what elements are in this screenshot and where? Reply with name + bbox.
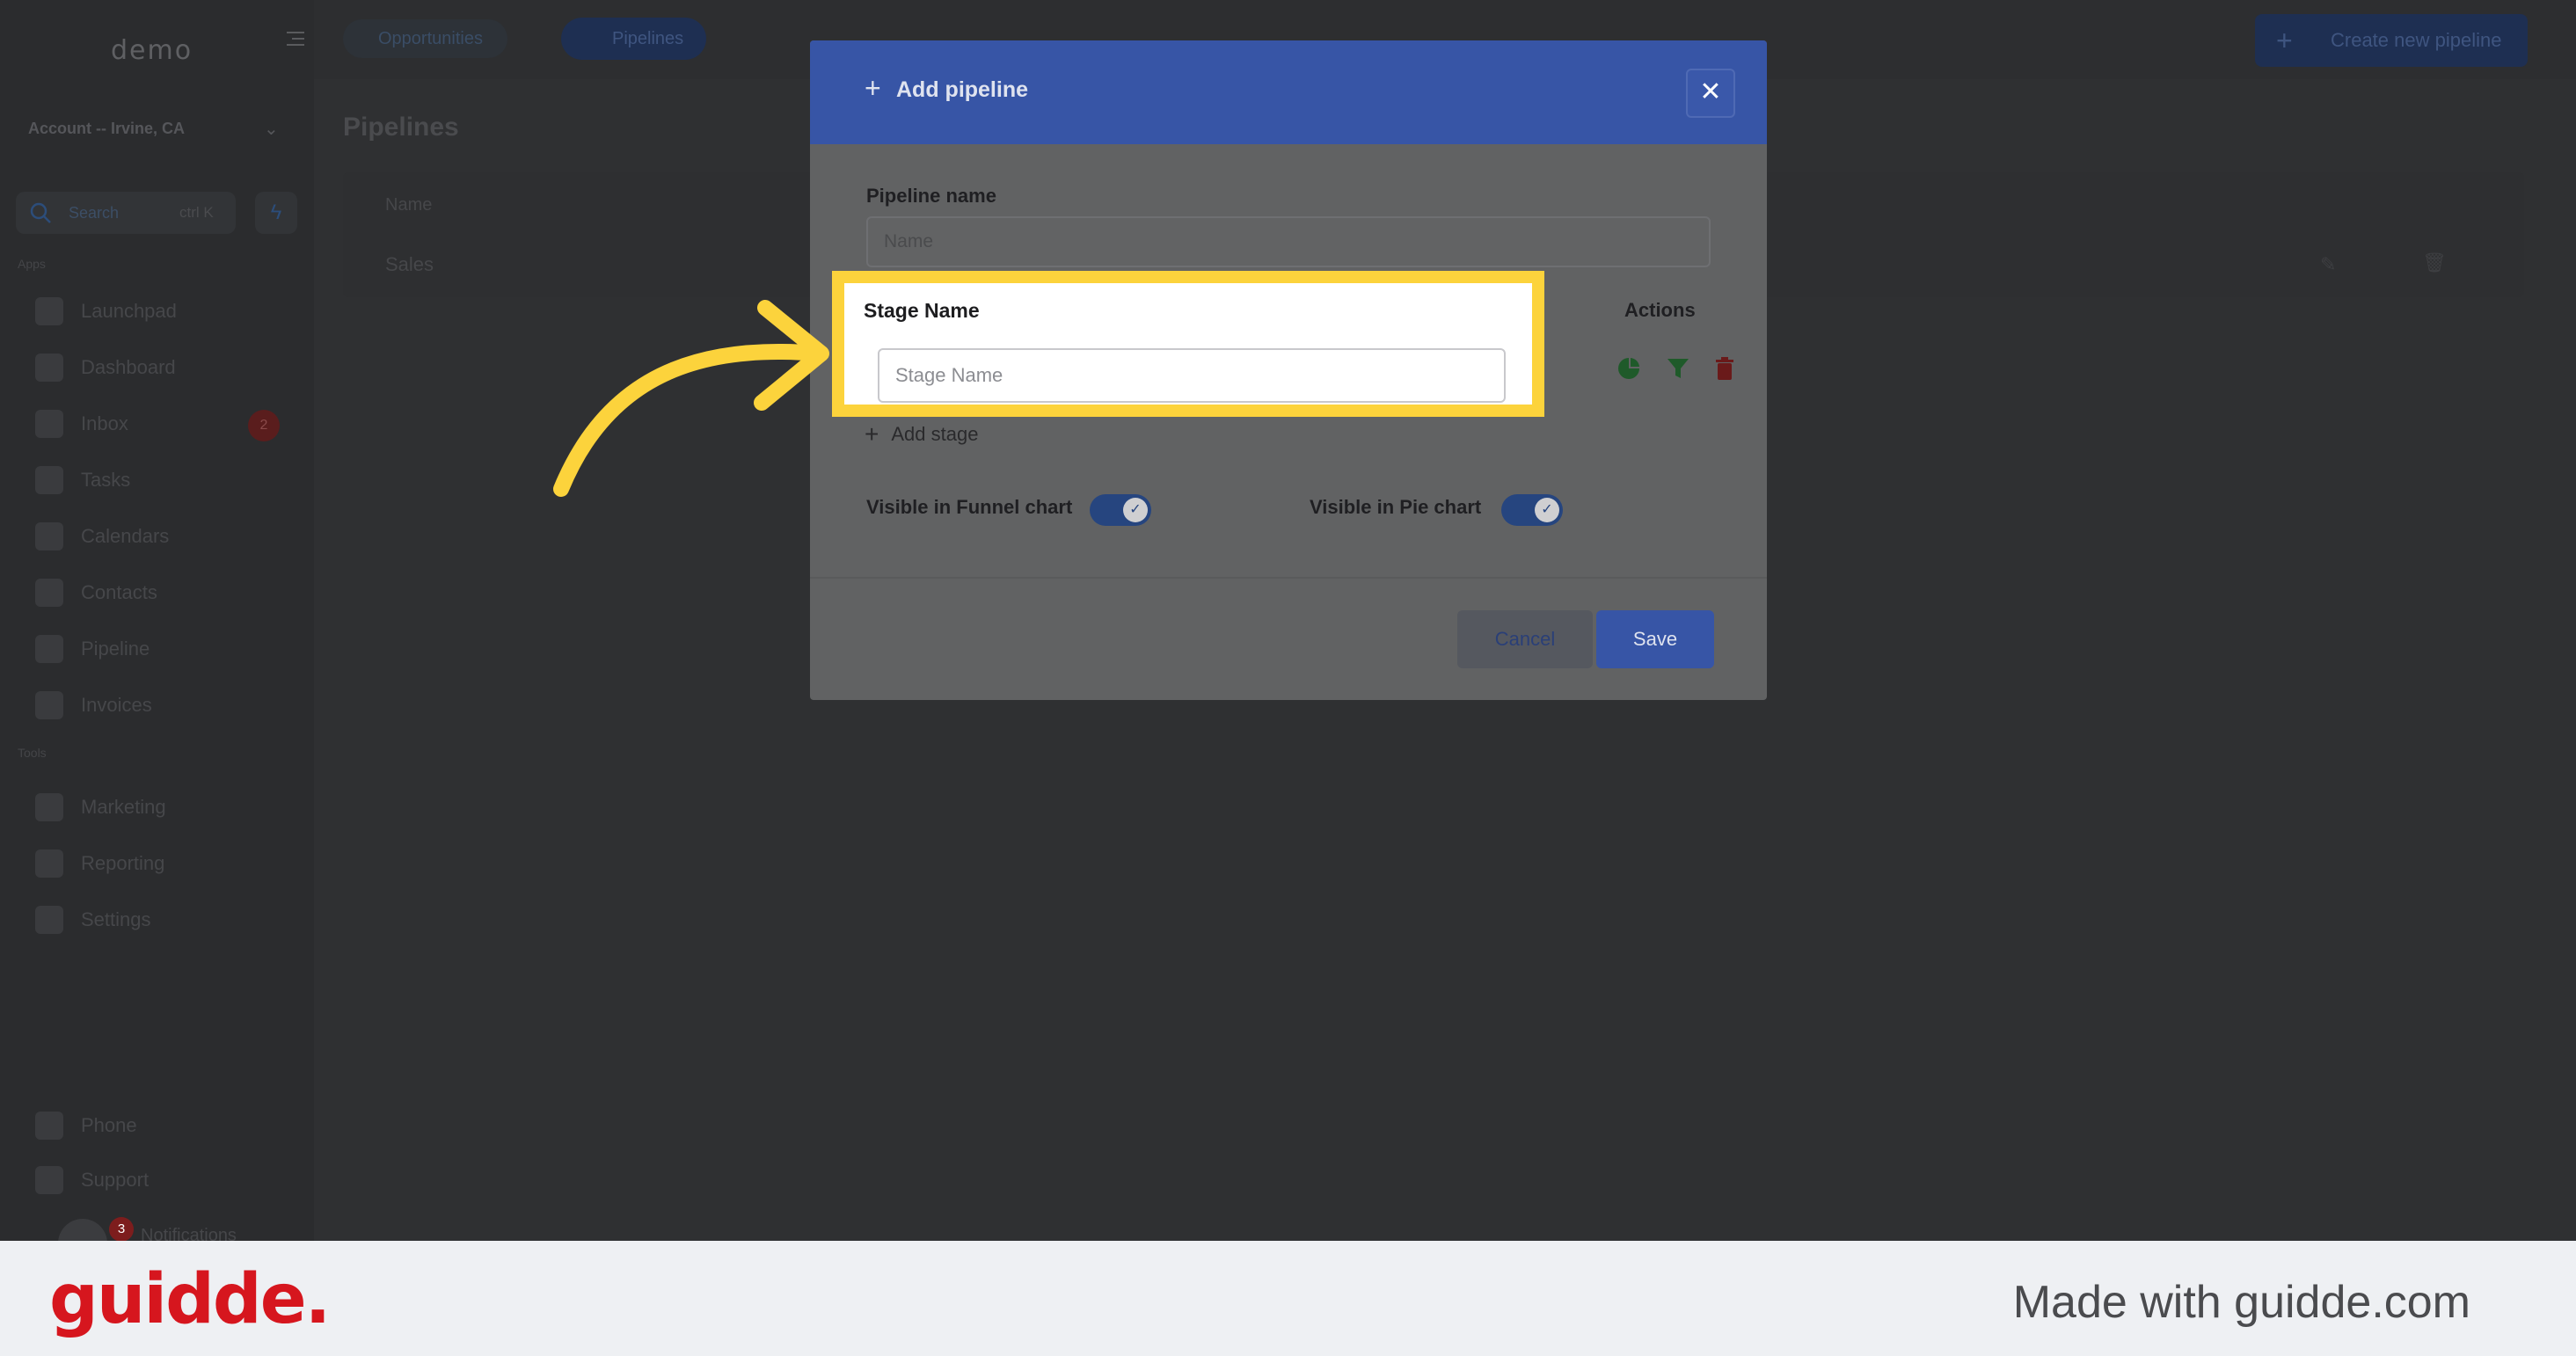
invoice-icon [35, 691, 63, 719]
dashboard-icon [35, 354, 63, 382]
pie-toggle-label: Visible in Pie chart [1310, 496, 1482, 518]
sidebar-item-invoices[interactable]: Invoices [35, 688, 152, 723]
inbox-badge: 2 [248, 410, 280, 441]
plus-icon: + [865, 420, 879, 448]
trash-icon[interactable] [1712, 355, 1737, 382]
page-title: Pipelines [343, 113, 459, 142]
made-with-text: Made with guidde.com [2012, 1277, 2470, 1328]
tasks-icon [35, 466, 63, 494]
plus-icon: + [2276, 25, 2293, 56]
search-icon [30, 202, 51, 223]
sidebar-item-reporting[interactable]: Reporting [35, 846, 164, 881]
stage-name-input[interactable] [878, 348, 1506, 403]
add-stage-button[interactable]: + Add stage [865, 420, 978, 448]
sidebar-item-label: Inbox [81, 412, 128, 434]
phone-icon [35, 1112, 63, 1140]
create-pipeline-button[interactable]: + Create new pipeline [2255, 14, 2528, 67]
cancel-button[interactable]: Cancel [1457, 610, 1593, 668]
actions-label: Actions [1624, 299, 1696, 321]
sidebar-item-calendars[interactable]: Calendars [35, 519, 169, 554]
menu-collapse-icon[interactable] [283, 26, 308, 51]
tab-opportunities[interactable]: Opportunities [343, 19, 507, 58]
tab-pipelines[interactable]: Pipelines [561, 18, 707, 60]
chart-icon [35, 849, 63, 878]
pointer-arrow-icon [553, 300, 829, 497]
app-logo: demo [111, 35, 193, 66]
modal-divider [810, 577, 1767, 579]
funnel-icon [35, 635, 63, 663]
section-label-apps: Apps [18, 257, 46, 271]
account-switcher[interactable]: Account -- Irvine, CA [28, 120, 185, 138]
check-icon: ✓ [1535, 498, 1559, 522]
sidebar-item-settings[interactable]: Settings [35, 902, 151, 937]
inbox-icon [35, 410, 63, 438]
quick-action-button[interactable]: ϟ [255, 192, 297, 234]
notifications-badge: 3 [109, 1217, 134, 1242]
section-label-tools: Tools [18, 746, 47, 760]
contacts-icon [35, 579, 63, 607]
rocket-icon [35, 297, 63, 325]
funnel-toggle-label: Visible in Funnel chart [866, 496, 1073, 518]
modal-header: + Add pipeline ✕ [810, 40, 1767, 144]
sidebar-item-label: Pipeline [81, 638, 150, 660]
sidebar-item-label: Phone [81, 1114, 137, 1136]
column-header-name: Name [385, 195, 433, 215]
sidebar-item-label: Invoices [81, 694, 152, 716]
pie-chart-icon[interactable] [1616, 355, 1642, 382]
search-shortcut: ctrl K [179, 204, 214, 221]
close-button[interactable]: ✕ [1686, 69, 1735, 118]
sidebar-item-inbox[interactable]: Inbox [35, 406, 128, 441]
sidebar-item-launchpad[interactable]: Launchpad [35, 294, 177, 329]
pipeline-name-label: Pipeline name [866, 185, 996, 207]
plus-icon: + [865, 72, 881, 104]
search-label: Search [69, 204, 120, 222]
close-icon: ✕ [1699, 77, 1722, 106]
check-icon: ✓ [1123, 498, 1148, 522]
support-icon [35, 1166, 63, 1194]
bolt-icon: ϟ [270, 200, 282, 224]
chevron-down-icon[interactable]: ⌄ [264, 118, 279, 140]
sidebar-item-tasks[interactable]: Tasks [35, 463, 130, 498]
megaphone-icon [35, 793, 63, 821]
sidebar-item-label: Settings [81, 908, 151, 930]
guidde-logo: guidde. [49, 1260, 331, 1339]
sidebar-item-label: Contacts [81, 581, 157, 603]
trash-icon[interactable]: 🗑 [2422, 252, 2447, 274]
sidebar-item-label: Calendars [81, 525, 170, 547]
stage-name-highlight: Stage Name [832, 271, 1544, 417]
sidebar-item-pipeline[interactable]: Pipeline [35, 631, 150, 667]
gear-icon [35, 906, 63, 934]
sidebar-item-label: Reporting [81, 852, 165, 874]
sidebar-item-support[interactable]: Support [35, 1163, 149, 1198]
table-row[interactable]: Sales [385, 253, 434, 276]
funnel-icon[interactable] [1665, 355, 1691, 382]
sidebar-item-dashboard[interactable]: Dashboard [35, 350, 176, 385]
modal-title: Add pipeline [896, 77, 1028, 102]
sidebar-item-label: Dashboard [81, 356, 176, 378]
sidebar-item-label: Launchpad [81, 300, 177, 322]
sidebar-item-marketing[interactable]: Marketing [35, 790, 166, 825]
sidebar-item-label: Marketing [81, 796, 166, 818]
funnel-chart-toggle[interactable]: ✓ [1090, 494, 1151, 526]
sidebar-item-label: Support [81, 1169, 150, 1191]
pie-chart-toggle[interactable]: ✓ [1501, 494, 1563, 526]
save-button[interactable]: Save [1596, 610, 1714, 668]
add-stage-label: Add stage [891, 423, 979, 445]
edit-icon[interactable]: ✎ [2320, 253, 2336, 276]
sidebar: demo Account -- Irvine, CA ⌄ Search ctrl… [0, 0, 314, 1268]
search-button[interactable]: Search ctrl K [16, 192, 236, 234]
sidebar-item-contacts[interactable]: Contacts [35, 575, 157, 610]
footer: guidde. Made with guidde.com [0, 1241, 2576, 1356]
sidebar-item-label: Tasks [81, 469, 131, 491]
pipeline-name-input[interactable] [866, 216, 1711, 267]
stage-name-label: Stage Name [864, 299, 980, 322]
calendar-icon [35, 522, 63, 550]
sidebar-item-phone[interactable]: Phone [35, 1108, 137, 1143]
create-pipeline-label: Create new pipeline [2331, 29, 2502, 51]
